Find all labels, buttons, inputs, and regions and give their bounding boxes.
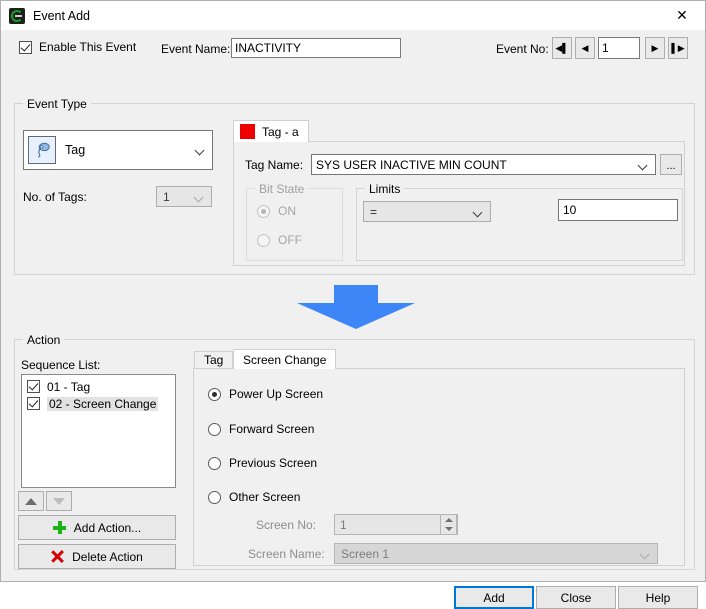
action-legend: Action — [23, 333, 65, 347]
list-item[interactable]: 01 - Tag — [22, 378, 175, 395]
radio-forward-screen[interactable]: Forward Screen — [208, 422, 314, 436]
limits-value-input[interactable] — [558, 199, 678, 221]
list-item[interactable]: 02 - Screen Change — [22, 395, 175, 412]
event-no-prev-button[interactable]: ◀ — [575, 37, 595, 59]
no-of-tags-dropdown[interactable]: 1 — [156, 186, 212, 207]
screen-no-label: Screen No: — [256, 518, 317, 532]
radio-indicator — [208, 422, 221, 436]
radio-indicator — [208, 490, 221, 504]
tab-screen-change[interactable]: Screen Change — [233, 349, 337, 369]
triangle-up-icon — [25, 497, 37, 505]
no-of-tags-value: 1 — [163, 189, 170, 204]
bit-state-on-radio: ON — [257, 204, 296, 218]
bit-state-on-label: ON — [278, 204, 296, 218]
event-no-first-button[interactable]: ◀▌ — [552, 37, 572, 59]
sequence-item-label: 01 - Tag — [47, 379, 91, 394]
tag-name-value: SYS USER INACTIVE MIN COUNT — [316, 157, 507, 172]
event-type-value: Tag — [65, 143, 86, 157]
event-add-dialog: Event Add ✕ Enable This Event Event Name… — [0, 0, 706, 609]
sequence-item-label: 02 - Screen Change — [47, 396, 159, 411]
screen-no-stepper: 1 — [334, 514, 458, 535]
radio-indicator — [208, 456, 221, 470]
tab-tag-a-label: Tag - a — [262, 124, 299, 139]
triangle-down-icon — [53, 497, 65, 505]
no-of-tags-label: No. of Tags: — [23, 190, 87, 204]
event-no-input[interactable] — [598, 37, 640, 59]
radio-indicator — [208, 387, 221, 401]
forward-screen-label: Forward Screen — [229, 422, 315, 436]
tag-icon — [28, 136, 56, 164]
event-type-legend: Event Type — [23, 97, 91, 111]
sequence-list[interactable]: 01 - Tag 02 - Screen Change — [21, 374, 176, 488]
tag-browse-button[interactable]: ... — [660, 154, 682, 175]
stepper-arrows — [440, 514, 457, 535]
app-logo-icon — [9, 7, 25, 24]
bit-state-off-label: OFF — [278, 233, 302, 247]
plus-icon — [52, 521, 66, 534]
chevron-down-icon — [474, 209, 482, 217]
radio-previous-screen[interactable]: Previous Screen — [208, 456, 317, 470]
bit-state-group: Bit State — [246, 182, 343, 261]
tag-name-dropdown[interactable]: SYS USER INACTIVE MIN COUNT — [311, 154, 656, 175]
delete-action-button[interactable]: Delete Action — [18, 544, 176, 569]
event-name-label: Event Name: — [161, 42, 231, 56]
event-type-dropdown[interactable]: Tag — [23, 130, 213, 170]
title-bar: Event Add ✕ — [1, 1, 705, 31]
screen-name-label: Screen Name: — [248, 547, 325, 561]
dialog-content: Enable This Event Event Name: Event No: … — [1, 31, 706, 609]
limits-operator-dropdown[interactable]: = — [363, 201, 491, 222]
chevron-down-icon — [195, 194, 203, 202]
other-screen-label: Other Screen — [229, 490, 301, 504]
enable-this-event-checkbox[interactable]: Enable This Event — [19, 40, 136, 54]
radio-indicator — [257, 204, 270, 218]
event-no-next-button[interactable]: ▶ — [645, 37, 665, 59]
tag-name-label: Tag Name: — [245, 158, 304, 172]
tag-color-swatch — [240, 124, 255, 139]
move-up-button[interactable] — [18, 491, 44, 511]
stepper-up-icon — [444, 517, 453, 522]
sequence-item-checkbox[interactable] — [27, 397, 40, 410]
add-button[interactable]: Add — [454, 586, 534, 609]
chevron-down-icon — [196, 147, 204, 155]
radio-power-up-screen[interactable]: Power Up Screen — [208, 387, 323, 401]
radio-indicator — [257, 233, 270, 247]
bit-state-off-radio: OFF — [257, 233, 302, 247]
add-action-label: Add Action... — [73, 520, 142, 535]
tab-tag[interactable]: Tag — [194, 351, 234, 369]
screen-no-value: 1 — [340, 517, 347, 532]
event-no-label: Event No: — [496, 42, 549, 56]
screen-name-dropdown: Screen 1 — [334, 543, 658, 564]
delete-action-label: Delete Action — [72, 549, 143, 564]
screen-name-value: Screen 1 — [341, 546, 390, 561]
help-button[interactable]: Help — [618, 586, 698, 609]
limits-operator-value: = — [370, 204, 378, 219]
limits-legend: Limits — [365, 182, 405, 196]
radio-other-screen[interactable]: Other Screen — [208, 490, 300, 504]
previous-screen-label: Previous Screen — [229, 456, 318, 470]
chevron-down-icon — [639, 162, 647, 170]
sequence-item-checkbox[interactable] — [27, 380, 40, 393]
x-icon — [51, 550, 64, 563]
event-name-input[interactable] — [231, 38, 401, 58]
event-no-last-button[interactable]: ▌▶ — [668, 37, 688, 59]
move-down-button[interactable] — [46, 491, 72, 511]
header-row: Enable This Event Event Name: Event No: … — [1, 31, 706, 67]
add-action-button[interactable]: Add Action... — [18, 515, 176, 540]
flow-down-arrow-icon — [291, 283, 421, 331]
stepper-down-icon — [444, 527, 453, 532]
close-icon[interactable]: ✕ — [659, 1, 705, 30]
power-up-screen-label: Power Up Screen — [229, 387, 324, 401]
close-button[interactable]: Close — [536, 586, 616, 609]
window-title: Event Add — [33, 8, 90, 23]
enable-checkbox-box — [19, 40, 32, 54]
sequence-list-label: Sequence List: — [21, 358, 101, 372]
enable-this-event-label: Enable This Event — [39, 40, 137, 54]
bit-state-legend: Bit State — [255, 182, 309, 196]
tab-tag-a[interactable]: Tag - a — [233, 120, 309, 142]
chevron-down-icon — [641, 551, 649, 559]
